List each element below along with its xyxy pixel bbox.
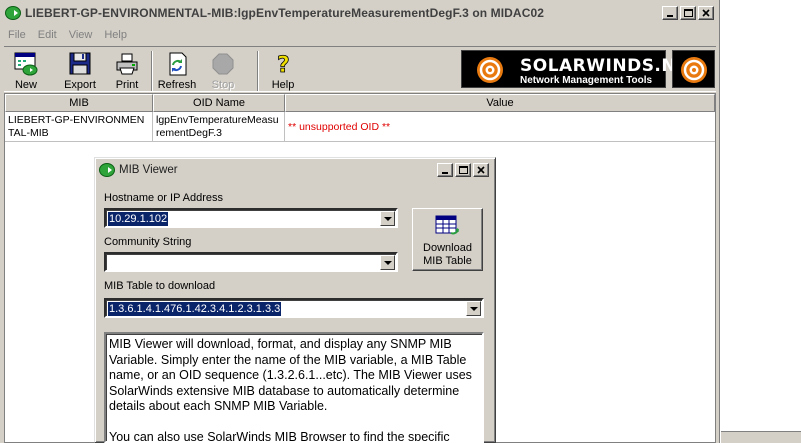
chevron-down-icon[interactable] — [380, 211, 395, 226]
refresh-label: Refresh — [157, 79, 197, 91]
banner-tagline: Network Management Tools — [520, 75, 653, 86]
community-label: Community String — [104, 236, 192, 248]
solarwinds-logo[interactable] — [672, 50, 715, 88]
community-value — [108, 256, 110, 270]
printer-icon — [116, 53, 138, 75]
download-label: Download MIB Table — [423, 242, 472, 267]
question-mark-icon: ? — [277, 53, 291, 77]
minimize-button[interactable] — [662, 6, 678, 20]
dialog-maximize-button[interactable] — [455, 163, 471, 177]
column-header-value[interactable]: Value — [285, 94, 715, 112]
help-button[interactable]: ? Help — [267, 49, 299, 93]
green-arrow-icon — [99, 163, 115, 177]
title-bar[interactable]: LIEBERT-GP-ENVIRONMENTAL-MIB:lgpEnvTempe… — [2, 2, 717, 24]
mib-table-value: 1.3.6.1.4.1.476.1.42.3.4.1.2.3.1.3.3 — [108, 302, 282, 316]
dialog-window-controls — [437, 163, 489, 177]
green-arrow-icon — [5, 6, 21, 20]
help-label: Help — [271, 79, 295, 91]
hostname-value: 10.29.1.102 — [108, 212, 169, 226]
svg-text:?: ? — [277, 53, 290, 77]
hostname-combo[interactable]: 10.29.1.102 — [104, 208, 398, 228]
menu-view[interactable]: View — [63, 29, 99, 41]
stop-button[interactable]: Stop — [206, 49, 240, 93]
toolbar-separator — [151, 51, 153, 91]
mib-table-combo[interactable]: 1.3.6.1.4.1.476.1.42.3.4.1.2.3.1.3.3 — [104, 298, 484, 318]
chevron-down-icon[interactable] — [466, 301, 481, 316]
menu-bar: File Edit View Help — [2, 26, 717, 44]
table-row[interactable]: LIEBERT-GP-ENVIRONMENTAL-MIB lgpEnvTempe… — [5, 112, 715, 142]
dialog-title-bar[interactable]: MIB Viewer — [98, 161, 492, 179]
new-button[interactable]: New — [6, 49, 46, 93]
mib-table-label: MIB Table to download — [104, 280, 216, 292]
export-button[interactable]: Export — [58, 49, 102, 93]
sun-swirl-icon — [477, 57, 503, 83]
background-window-edge — [721, 431, 801, 443]
close-icon — [702, 9, 710, 17]
print-button[interactable]: Print — [108, 49, 146, 93]
menu-file[interactable]: File — [2, 29, 32, 41]
new-label: New — [14, 79, 37, 91]
table-download-icon — [435, 215, 459, 235]
print-label: Print — [115, 79, 139, 91]
description-paragraph-2: You can also use SolarWinds MIB Browser … — [109, 429, 450, 443]
hostname-label: Hostname or IP Address — [104, 192, 224, 204]
close-icon — [477, 166, 485, 174]
stop-octagon-icon — [212, 53, 234, 75]
maximize-icon — [684, 9, 693, 17]
column-header-oid-name[interactable]: OID Name — [153, 94, 285, 112]
description-paragraph-1: MIB Viewer will download, format, and di… — [109, 337, 472, 413]
maximize-button[interactable] — [680, 6, 696, 20]
grid-header: MIB OID Name Value — [5, 94, 715, 112]
menu-edit[interactable]: Edit — [32, 29, 63, 41]
window-controls — [662, 6, 714, 20]
menu-help[interactable]: Help — [98, 29, 133, 41]
close-button[interactable] — [698, 6, 714, 20]
minimize-icon — [667, 15, 673, 17]
dialog-title: MIB Viewer — [119, 164, 178, 176]
dialog-minimize-button[interactable] — [437, 163, 453, 177]
refresh-button[interactable]: Refresh — [155, 49, 199, 93]
cell-mib: LIEBERT-GP-ENVIRONMENTAL-MIB — [5, 112, 153, 142]
solarwinds-banner[interactable]: SOLARWINDS.NET Network Management Tools — [461, 50, 700, 88]
chevron-down-icon[interactable] — [380, 255, 395, 270]
toolbar-separator-2 — [257, 51, 259, 91]
description-textbox[interactable]: MIB Viewer will download, format, and di… — [104, 332, 484, 443]
minimize-icon — [442, 172, 448, 174]
cell-value: ** unsupported OID ** — [288, 121, 391, 133]
floppy-disk-icon — [69, 52, 91, 75]
community-combo[interactable] — [104, 252, 398, 272]
stop-label: Stop — [211, 79, 235, 91]
export-label: Export — [64, 79, 96, 91]
cell-oid-name: lgpEnvTemperatureMeasurementDegF.3 — [153, 112, 285, 142]
sun-swirl-icon — [681, 57, 707, 83]
new-window-icon — [14, 52, 38, 76]
refresh-icon — [169, 52, 187, 76]
column-header-mib[interactable]: MIB — [5, 94, 153, 112]
maximize-icon — [459, 166, 468, 174]
dialog-close-button[interactable] — [473, 163, 489, 177]
download-mib-table-button[interactable]: Download MIB Table — [412, 208, 483, 271]
window-title: LIEBERT-GP-ENVIRONMENTAL-MIB:lgpEnvTempe… — [25, 6, 545, 20]
